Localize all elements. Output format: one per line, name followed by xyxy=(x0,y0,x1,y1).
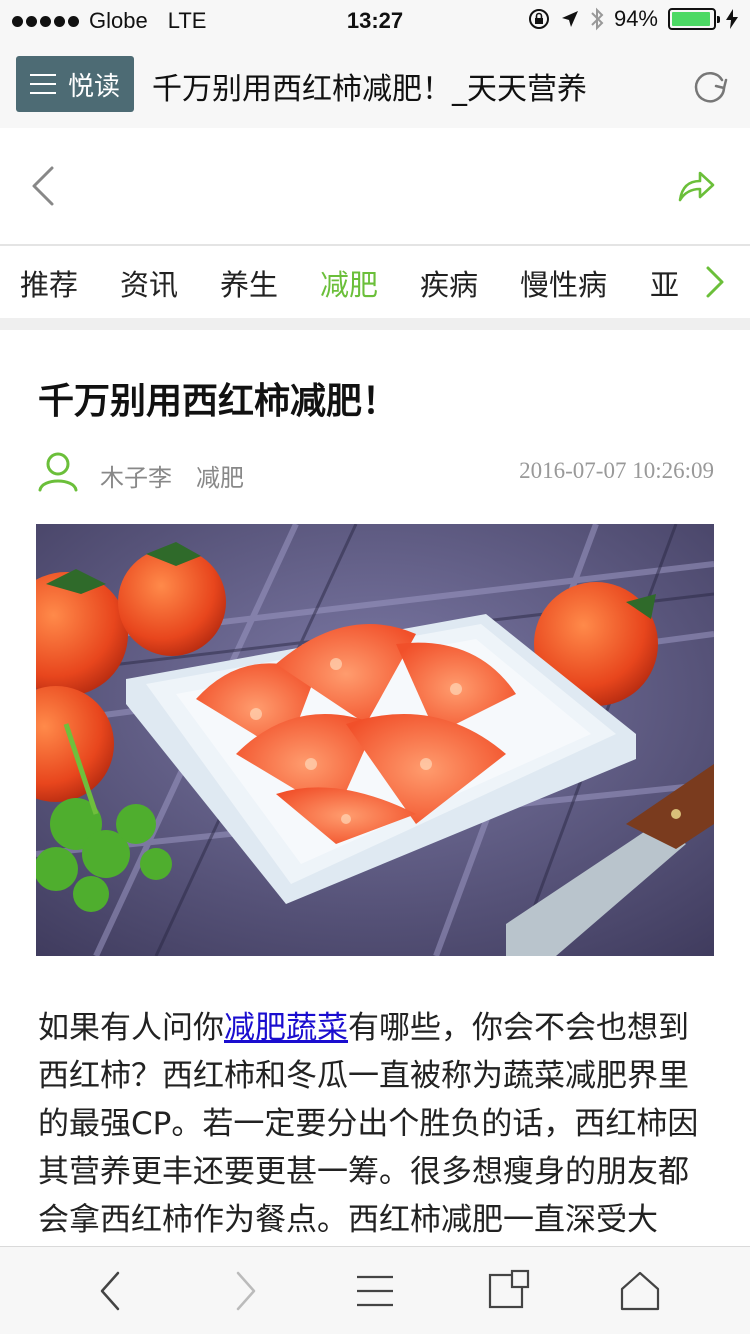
location-icon xyxy=(561,11,578,27)
tab-4[interactable]: 疾病 xyxy=(420,262,478,304)
browser-bottom-bar xyxy=(0,1246,750,1334)
page-header-title: 千万别用西红柿减肥！_天天营养 xyxy=(152,72,587,107)
bluetooth-icon xyxy=(591,7,604,31)
chevron-left-icon[interactable] xyxy=(28,164,58,208)
battery-percent: 94% xyxy=(613,6,658,31)
home-icon[interactable] xyxy=(618,1269,662,1313)
refresh-icon[interactable] xyxy=(690,66,730,106)
article-title: 千万别用西红柿减肥！ xyxy=(38,381,399,422)
tab-3[interactable]: 减肥 xyxy=(320,262,378,304)
status-right: 94% xyxy=(528,6,738,32)
article-category[interactable]: 减肥 xyxy=(196,458,244,493)
section-divider xyxy=(0,318,750,330)
body-link-weight-loss-vegetables[interactable]: 减肥蔬菜 xyxy=(224,1010,348,1046)
category-tabs: 推荐 资讯 养生 减肥 疾病 慢性病 亚 xyxy=(0,246,750,318)
article-body-lead: 如果有人问你 xyxy=(38,1010,224,1046)
tab-2[interactable]: 养生 xyxy=(220,262,278,304)
menu-button-label: 悦读 xyxy=(68,71,121,102)
app-header: 悦读 千万别用西红柿减肥！_天天营养 xyxy=(0,40,750,128)
battery-icon xyxy=(668,8,720,30)
article-image xyxy=(36,524,714,956)
article-body: 如果有人问你减肥蔬菜有哪些，你会不会也想到西红柿？西红柿和冬瓜一直被称为蔬菜减肥… xyxy=(38,1004,718,1244)
battery-level xyxy=(672,12,710,26)
user-icon xyxy=(38,452,78,492)
menu-icon[interactable] xyxy=(353,1269,397,1313)
hamburger-icon xyxy=(30,74,56,94)
rotation-lock-icon xyxy=(528,9,549,29)
chevron-right-icon[interactable] xyxy=(704,264,726,300)
tabs-icon[interactable] xyxy=(486,1269,530,1313)
arrow-right-icon[interactable] xyxy=(222,1269,266,1313)
tab-6[interactable]: 亚 xyxy=(650,262,679,304)
arrow-left-icon[interactable] xyxy=(90,1269,134,1313)
author-name[interactable]: 木子李 xyxy=(100,458,172,493)
tomato-bowl-photo xyxy=(36,524,714,956)
tab-1[interactable]: 资讯 xyxy=(120,262,178,304)
charging-icon xyxy=(726,9,738,29)
share-icon[interactable] xyxy=(676,166,716,206)
status-bar: Globe LTE 13:27 94% xyxy=(0,0,750,40)
tab-5[interactable]: 慢性病 xyxy=(520,262,607,304)
article-toolbar xyxy=(0,128,750,246)
menu-button[interactable]: 悦读 xyxy=(16,56,134,112)
article-date: 2016-07-07 10:26:09 xyxy=(519,458,714,483)
tab-0[interactable]: 推荐 xyxy=(20,262,78,304)
